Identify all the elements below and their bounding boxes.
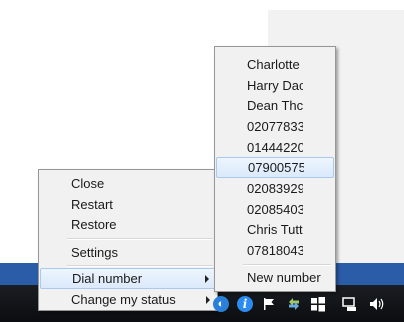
network-sync-icon[interactable] <box>286 296 302 312</box>
contact-label: 02085403 <box>247 202 303 217</box>
menu-item-dial-number[interactable]: Dial number <box>40 268 216 289</box>
tray-context-menu: Close Restart Restore Settings Dial numb… <box>38 169 218 311</box>
menu-separator <box>67 238 213 240</box>
menu-item-restart[interactable]: Restart <box>40 194 216 215</box>
menu-item-new-number[interactable]: New number <box>216 267 334 288</box>
contact-label: Chris Tutt <box>247 222 303 237</box>
menu-item-label: Dial number <box>72 271 143 286</box>
contact-label: 07900575 <box>248 160 304 175</box>
contact-label: Dean Thc <box>247 98 303 113</box>
submenu-arrow-icon <box>206 295 210 304</box>
contact-item[interactable]: Charlotte <box>216 54 334 75</box>
contact-label: 02083929 <box>247 181 303 196</box>
contact-item[interactable]: Dean Thc <box>216 95 334 116</box>
app-tray-icon[interactable]: ◐ <box>213 296 229 312</box>
contact-label: Charlotte <box>247 57 300 72</box>
contact-item[interactable]: Harry Dac <box>216 75 334 96</box>
menu-item-label: Change my status <box>71 292 176 307</box>
contact-item[interactable]: 02083929 <box>216 178 334 199</box>
contact-item[interactable]: 02077833 <box>216 116 334 137</box>
menu-item-label: Close <box>71 176 105 191</box>
menu-item-label: Settings <box>71 245 118 260</box>
menu-item-close[interactable]: Close <box>40 173 216 194</box>
contact-item[interactable]: 01444220 <box>216 137 334 158</box>
menu-item-settings[interactable]: Settings <box>40 242 216 263</box>
menu-item-restore[interactable]: Restore <box>40 214 216 235</box>
contact-label: Harry Dac <box>247 78 303 93</box>
display-icon[interactable] <box>342 296 358 312</box>
menu-item-change-status[interactable]: Change my status <box>40 289 216 310</box>
contact-label: 02077833 <box>247 119 303 134</box>
contact-label: 07818043 <box>247 243 303 258</box>
contact-label: 01444220 <box>247 140 303 155</box>
windows-icon[interactable] <box>310 296 326 312</box>
contact-item[interactable]: 07818043 <box>216 240 334 261</box>
menu-item-label: Restore <box>71 217 117 232</box>
contact-item[interactable]: Chris Tutt <box>216 219 334 240</box>
menu-separator <box>67 265 213 267</box>
info-icon[interactable]: i <box>237 296 253 312</box>
submenu-arrow-icon <box>205 274 209 283</box>
menu-item-label: Restart <box>71 197 113 212</box>
contact-item[interactable]: 07900575 <box>216 157 334 178</box>
volume-icon[interactable] <box>368 296 386 312</box>
menu-item-label: New number <box>247 270 321 285</box>
flag-icon[interactable] <box>261 296 277 312</box>
dial-number-submenu: Charlotte Harry Dac Dean Thc 02077833 01… <box>214 46 336 292</box>
menu-separator <box>243 264 331 266</box>
contact-item[interactable]: 02085403 <box>216 199 334 220</box>
